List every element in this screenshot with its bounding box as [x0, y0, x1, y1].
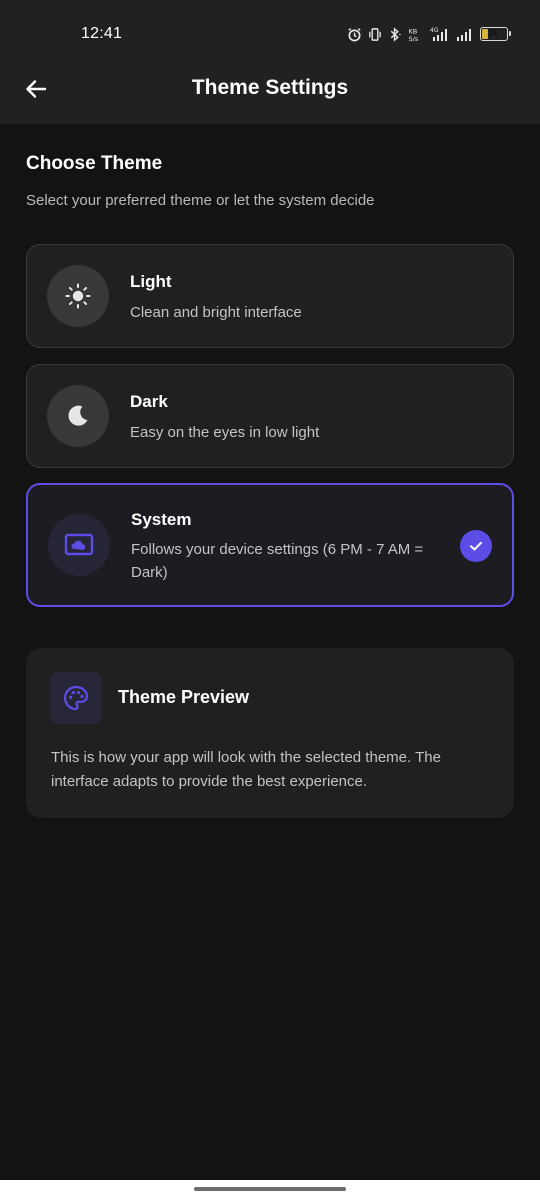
palette-icon	[63, 685, 89, 711]
bluetooth-icon	[390, 26, 401, 42]
svg-text:S/s: S/s	[409, 35, 419, 42]
signal-4g-icon: 4G	[430, 27, 447, 41]
section-subtitle: Select your preferred theme or let the s…	[26, 192, 375, 209]
theme-option-dark[interactable]: Dark Easy on the eyes in low light	[26, 364, 514, 468]
option-description: Follows your device settings (6 PM - 7 A…	[131, 541, 424, 581]
selected-check-icon	[460, 530, 492, 562]
home-indicator[interactable]	[194, 1187, 346, 1191]
theme-option-system[interactable]: System Follows your device settings (6 P…	[26, 483, 514, 607]
app-bar: 12:41 KB S/s 4G 24 Theme Settings	[0, 0, 540, 124]
battery-level: 24	[487, 28, 498, 38]
battery-icon: 24	[480, 27, 511, 41]
theme-preview-card: Theme Preview This is how your app will …	[26, 648, 514, 818]
checkmark-icon	[470, 541, 482, 551]
preview-text: This is how your app will look with the …	[51, 749, 441, 790]
option-title: System	[131, 510, 192, 529]
option-icon-container	[48, 514, 110, 576]
status-icons: KB S/s 4G 24	[347, 24, 511, 44]
monitor-icon	[64, 533, 94, 556]
status-time: 12:41	[81, 25, 123, 42]
option-description: Easy on the eyes in low light	[130, 424, 320, 441]
sun-icon	[65, 283, 91, 309]
network-speed-icon: KB S/s	[409, 27, 419, 42]
page-title: Theme Settings	[191, 76, 349, 99]
option-title: Light	[130, 272, 172, 291]
option-description: Clean and bright interface	[130, 304, 302, 321]
vibrate-icon	[369, 27, 381, 41]
option-title: Dark	[130, 392, 168, 411]
svg-text:4G: 4G	[430, 27, 439, 34]
moon-icon	[68, 405, 88, 426]
option-icon-container	[47, 265, 109, 327]
theme-option-light[interactable]: Light Clean and bright interface	[26, 244, 514, 348]
signal-bars-icon	[457, 28, 471, 41]
alarm-icon	[348, 27, 361, 41]
preview-icon-container	[50, 672, 102, 724]
option-icon-container	[47, 385, 109, 447]
preview-title: Theme Preview	[118, 687, 250, 707]
section-title: Choose Theme	[26, 153, 163, 174]
status-bar: 12:41 KB S/s 4G 24	[0, 0, 540, 68]
